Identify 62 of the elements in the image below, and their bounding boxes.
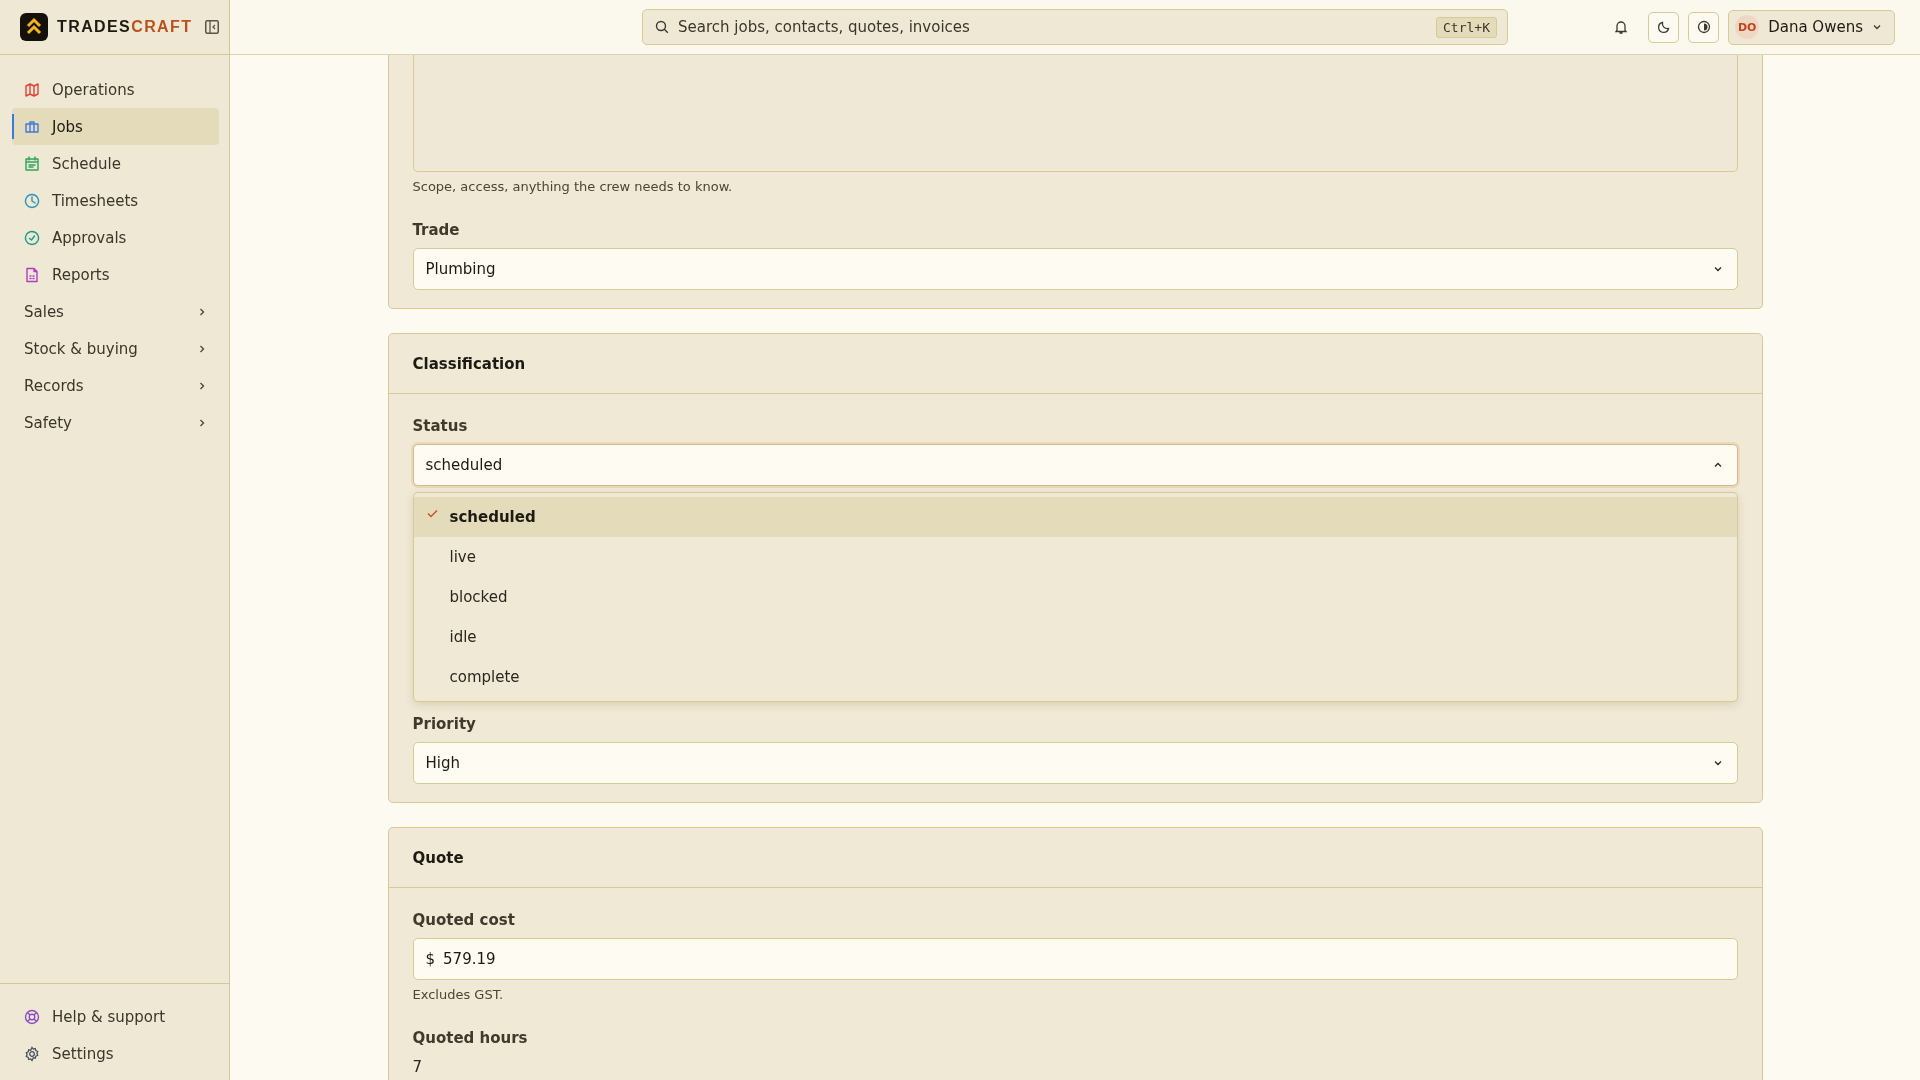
user-menu-button[interactable]: DO Dana Owens bbox=[1728, 9, 1895, 45]
field-label: Quoted hours bbox=[412, 1028, 529, 1048]
sidebar-item[interactable]: Help & support bbox=[12, 998, 219, 1035]
clock-icon bbox=[24, 192, 40, 209]
user-name: Dana Owens bbox=[1768, 18, 1863, 36]
dropdown-option[interactable]: complete bbox=[413, 657, 1737, 697]
dropdown-option[interactable]: idle bbox=[413, 617, 1737, 657]
lifebuoy-icon bbox=[24, 1008, 40, 1025]
field-label: Trade bbox=[412, 220, 461, 240]
chevron-icon bbox=[197, 380, 207, 391]
field-label: Priority bbox=[412, 714, 477, 734]
sidebar-collapse-icon[interactable] bbox=[205, 20, 220, 34]
moon-icon bbox=[1656, 20, 1671, 34]
dropdown-option[interactable]: blocked bbox=[413, 577, 1737, 617]
theme-toggle-button[interactable] bbox=[1648, 11, 1680, 43]
sidebar-item[interactable]: Reports bbox=[12, 256, 219, 293]
sidebar-item[interactable]: Schedule bbox=[12, 145, 219, 182]
field-hint: Excludes GST. bbox=[412, 986, 505, 1004]
chevron-down-icon bbox=[1872, 22, 1882, 32]
chevron-icon bbox=[197, 417, 207, 428]
select-field[interactable]: scheduled bbox=[412, 444, 1738, 486]
select-field[interactable]: High bbox=[412, 742, 1738, 784]
chevron-icon bbox=[1712, 460, 1723, 470]
bell-icon[interactable] bbox=[1613, 19, 1630, 35]
sidebar-item[interactable]: Jobs bbox=[12, 108, 219, 145]
sidebar-item[interactable]: Approvals bbox=[12, 219, 219, 256]
user-avatar: DO bbox=[1735, 15, 1760, 39]
chevron-icon bbox=[197, 343, 207, 354]
check-icon bbox=[426, 509, 438, 518]
shortcut-hint: Ctrl+K bbox=[1436, 16, 1497, 38]
sidebar-group[interactable]: Records bbox=[12, 367, 219, 404]
chevron-icon bbox=[197, 306, 207, 317]
map-icon bbox=[24, 81, 40, 98]
settings-icon bbox=[24, 1045, 40, 1062]
section-title: Quote bbox=[412, 848, 464, 867]
section-title: Classification bbox=[412, 354, 526, 373]
briefcase-icon bbox=[24, 118, 40, 135]
select-field[interactable]: Plumbing bbox=[412, 248, 1738, 290]
field-label: Status bbox=[412, 416, 469, 436]
calendar-icon bbox=[24, 155, 40, 172]
chevron-icon bbox=[1712, 758, 1723, 768]
sidebar-item[interactable]: Settings bbox=[12, 1035, 219, 1072]
search-bar[interactable]: Search jobs, contacts, quotes, invoices Ctrl+K bbox=[642, 9, 1508, 45]
dropdown-option[interactable]: scheduled bbox=[413, 497, 1737, 537]
input-field[interactable]: $ 579.19 bbox=[412, 938, 1738, 980]
sidebar-item[interactable]: Timesheets bbox=[12, 182, 219, 219]
sidebar-group[interactable]: Safety bbox=[12, 404, 219, 441]
field-hint: Scope, access, anything the crew needs to know. bbox=[412, 178, 734, 196]
brand-name: TRADESCRAFT bbox=[57, 18, 193, 36]
contrast-button[interactable] bbox=[1688, 11, 1720, 43]
search-field[interactable]: Search jobs, contacts, quotes, invoices bbox=[678, 18, 1428, 36]
dropdown-option[interactable]: live bbox=[413, 537, 1737, 577]
search-icon bbox=[655, 20, 669, 34]
sidebar-item[interactable]: Operations bbox=[12, 71, 219, 108]
logo-icon bbox=[20, 13, 48, 41]
field-label: Quoted cost bbox=[412, 910, 516, 930]
sidebar-group[interactable]: Stock & buying bbox=[12, 330, 219, 367]
contrast-icon bbox=[1696, 20, 1711, 34]
field-value: 7 bbox=[412, 1057, 424, 1078]
sidebar-group[interactable]: Sales bbox=[12, 293, 219, 330]
document-icon bbox=[24, 266, 40, 283]
chevron-icon bbox=[1712, 264, 1723, 274]
